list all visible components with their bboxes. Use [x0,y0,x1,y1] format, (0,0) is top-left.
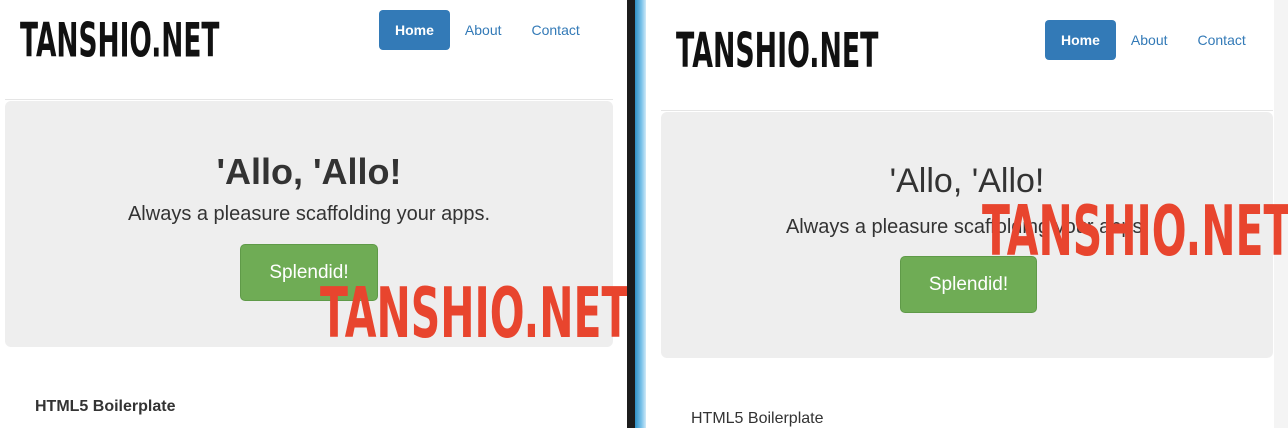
nav-contact[interactable]: Contact [517,10,595,50]
site-brand[interactable]: TANSHIO.NET [20,14,219,68]
jumbotron-lead: Always a pleasure scaffolding your apps. [127,203,491,225]
nav-home[interactable]: Home [1045,20,1116,60]
header-divider [5,99,613,100]
watermark-text: TANSHIO.NET [320,274,627,355]
jumbotron-heading: 'Allo, 'Allo! [216,151,402,192]
left-browser-panel: TANSHIO.NET Home About Contact 'Allo, 'A… [0,0,627,428]
header-divider [661,110,1273,111]
nav-contact[interactable]: Contact [1183,20,1261,60]
nav-home[interactable]: Home [379,10,450,50]
section-title: HTML5 Boilerplate [691,410,824,427]
site-brand[interactable]: TANSHIO.NET [676,24,878,79]
main-nav: Home About Contact [379,10,595,50]
main-nav: Home About Contact [1045,20,1261,60]
watermark-text: TANSHIO.NET [982,192,1288,273]
window-border [635,0,646,428]
window-divider [627,0,635,428]
nav-about[interactable]: About [1116,20,1183,60]
right-browser-panel: TANSHIO.NET Home About Contact 'Allo, 'A… [646,0,1288,428]
section-title: HTML5 Boilerplate [35,398,176,415]
nav-about[interactable]: About [450,10,517,50]
